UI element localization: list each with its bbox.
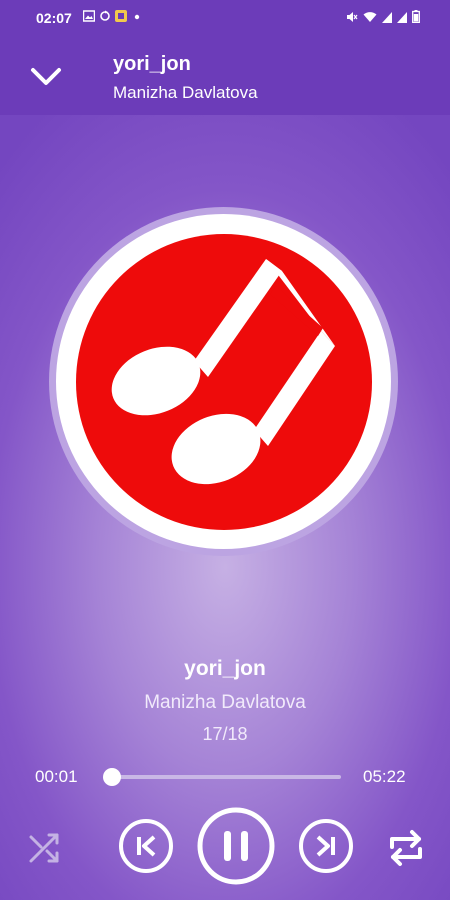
dot-icon [134, 14, 140, 20]
app-notification-icon [115, 10, 127, 22]
mute-icon [347, 11, 358, 22]
skip-next-icon [316, 835, 335, 857]
status-time: 02:07 [36, 10, 72, 26]
wifi-icon [363, 11, 377, 22]
image-notification-icon [83, 10, 95, 22]
album-art [76, 234, 372, 530]
status-bar: 02:07 [0, 0, 450, 36]
song-artist: Manizha Davlatova [144, 692, 306, 713]
previous-button[interactable] [118, 818, 174, 874]
signal-icon [382, 11, 392, 23]
seek-bar[interactable] [112, 775, 341, 779]
notification-icons [83, 10, 143, 22]
sync-notification-icon [100, 10, 110, 21]
play-pause-button[interactable] [196, 806, 276, 886]
system-icons [346, 10, 420, 23]
header-artist: Manizha Davlatova [113, 83, 258, 102]
pause-icon [224, 831, 248, 861]
seek-thumb[interactable] [103, 768, 121, 786]
player-header: yori_jon Manizha Davlatova [0, 36, 450, 115]
song-title: yori_jon [184, 657, 266, 680]
next-button[interactable] [298, 818, 354, 874]
chevron-down-icon[interactable] [28, 62, 64, 92]
track-position: 17/18 [202, 724, 248, 744]
skip-previous-icon [137, 835, 156, 857]
header-song-title: yori_jon [113, 53, 191, 75]
battery-icon [412, 10, 420, 23]
total-time: 05:22 [363, 767, 406, 786]
music-note-icon [111, 259, 335, 485]
elapsed-time: 00:01 [35, 767, 78, 786]
repeat-icon[interactable] [386, 829, 426, 867]
signal-2-icon [397, 11, 407, 23]
shuffle-icon[interactable] [27, 829, 63, 865]
